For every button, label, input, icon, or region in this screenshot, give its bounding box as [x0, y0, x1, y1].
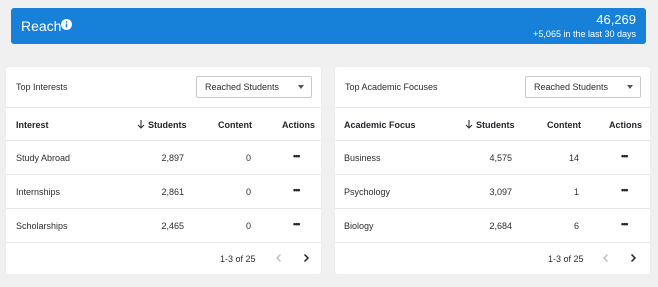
row-name: Scholarships: [16, 221, 68, 231]
select-value: Reached Students: [534, 82, 609, 92]
divider: [6, 107, 321, 108]
column-header-students[interactable]: Students: [148, 120, 187, 130]
select-value: Reached Students: [205, 82, 280, 92]
more-horizontal-icon[interactable]: •••: [293, 185, 301, 195]
row-content: 0: [245, 221, 251, 231]
row-content: 0: [245, 187, 251, 197]
top-academic-focuses-card: Top Academic Focuses Reached Students Ac…: [335, 67, 650, 274]
row-name: Study Abroad: [16, 153, 71, 163]
card-title: Top Academic Focuses: [345, 82, 438, 92]
column-header-interest[interactable]: Interest: [16, 120, 49, 130]
row-content: 1: [573, 187, 579, 197]
column-header-content: Content: [218, 120, 252, 130]
column-header-actions: Actions: [609, 120, 643, 130]
row-students: 2,465: [161, 221, 184, 231]
divider: [335, 208, 650, 209]
more-horizontal-icon[interactable]: •••: [621, 151, 629, 161]
divider: [335, 174, 650, 175]
row-name: Internships: [16, 187, 61, 197]
reach-banner: Reach 46,269 +5,065 in the last 30 days: [11, 8, 646, 44]
divider: [6, 208, 321, 209]
divider: [6, 242, 321, 243]
divider: [6, 174, 321, 175]
divider: [335, 140, 650, 141]
card-title: Top Interests: [16, 82, 68, 92]
caret-down-icon: [627, 85, 633, 89]
pagination-label: 1-3 of 25: [220, 254, 256, 264]
chevron-right-icon[interactable]: [301, 253, 311, 263]
more-horizontal-icon[interactable]: •••: [621, 219, 629, 229]
info-icon[interactable]: [61, 19, 72, 30]
top-interests-card: Top Interests Reached Students Interest …: [6, 67, 321, 274]
column-header-students[interactable]: Students: [476, 120, 515, 130]
reach-total: 46,269: [596, 12, 636, 27]
chevron-right-icon[interactable]: [628, 253, 638, 263]
metric-select[interactable]: Reached Students: [196, 76, 312, 98]
row-students: 3,097: [489, 187, 512, 197]
column-header-academic-focus[interactable]: Academic Focus: [344, 120, 416, 130]
reach-delta: +5,065 in the last 30 days: [533, 29, 636, 39]
row-content: 0: [245, 153, 251, 163]
row-students: 2,684: [489, 221, 512, 231]
divider: [335, 242, 650, 243]
arrow-down-icon[interactable]: [465, 119, 473, 129]
arrow-down-icon[interactable]: [137, 119, 145, 129]
row-name: Business: [344, 153, 381, 163]
chevron-left-icon[interactable]: [274, 253, 284, 263]
row-students: 2,861: [161, 187, 184, 197]
row-content: 14: [568, 153, 579, 163]
column-header-content: Content: [547, 120, 581, 130]
column-header-actions: Actions: [282, 120, 316, 130]
row-name: Biology: [344, 221, 374, 231]
more-horizontal-icon[interactable]: •••: [293, 151, 301, 161]
divider: [335, 107, 650, 108]
row-students: 2,897: [161, 153, 184, 163]
pagination-label: 1-3 of 25: [548, 254, 584, 264]
more-horizontal-icon[interactable]: •••: [293, 219, 301, 229]
caret-down-icon: [298, 85, 304, 89]
row-content: 6: [573, 221, 579, 231]
more-horizontal-icon[interactable]: •••: [621, 185, 629, 195]
metric-select[interactable]: Reached Students: [525, 76, 641, 98]
reach-title: Reach: [21, 18, 62, 34]
chevron-left-icon[interactable]: [601, 253, 611, 263]
row-students: 4,575: [489, 153, 512, 163]
row-name: Psychology: [344, 187, 391, 197]
divider: [6, 140, 321, 141]
